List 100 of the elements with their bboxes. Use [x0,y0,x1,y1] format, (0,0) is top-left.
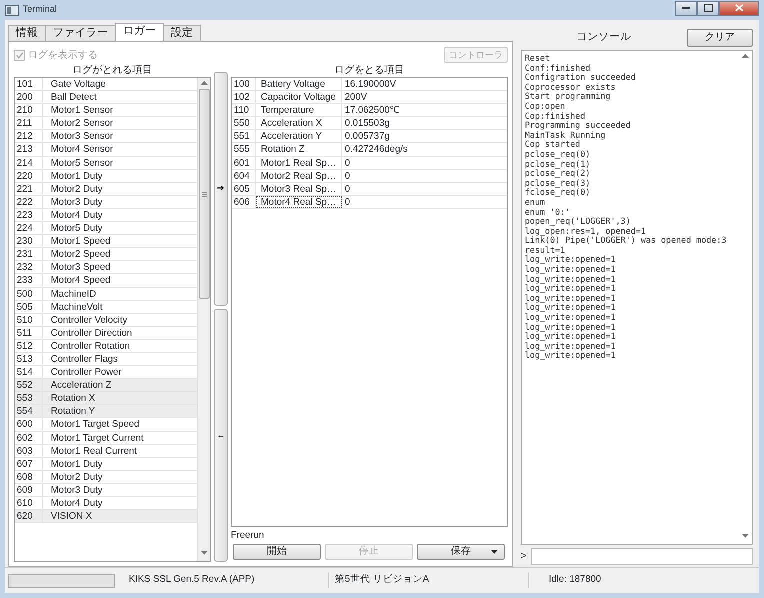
item-id: 513 [15,352,43,366]
item-name: Controller Power [50,366,122,378]
list-row[interactable]: 609 Motor3 Duty [15,484,197,497]
list-row[interactable]: 210 Motor1 Sensor [15,104,197,118]
item-id: 609 [15,484,43,496]
table-heading: ログをとる項目 [334,64,406,77]
list-heading: ログがとれる項目 [72,64,154,77]
checkbox-label: ログを表示する [28,48,98,62]
list-row[interactable]: 233 Motor4 Speed [15,274,197,288]
list-row[interactable]: 513 Controller Flags [15,352,197,366]
table-cell: Capacitor Voltage [256,91,342,104]
item-id: 232 [15,261,43,274]
item-name: Motor1 Target Current [50,432,144,444]
console-title: コンソール [576,30,632,46]
list-row[interactable]: 553 Rotation X [15,392,197,406]
table-cell: Battery Voltage [256,78,342,90]
list-row[interactable]: 511 Controller Direction [15,326,197,340]
list-row[interactable]: 212 Motor3 Sensor [15,130,197,144]
list-row[interactable]: 230 Motor1 Speed [15,235,197,248]
list-row[interactable]: 602 Motor1 Target Current [15,432,197,445]
item-id: 233 [15,274,43,286]
item-name: Gate Voltage [50,78,106,90]
item-name: Motor4 Duty [50,208,103,222]
list-row[interactable]: 232 Motor3 Speed [15,261,197,274]
status-text: 第5世代 リビジョンA [329,573,529,588]
list-row[interactable]: 101 Gate Voltage [15,78,197,92]
action-button[interactable]: 保存 [417,544,505,560]
item-id: 231 [15,248,43,260]
list-row[interactable]: 512 Controller Rotation [15,340,197,353]
remove-button[interactable]: ← [214,309,228,562]
minimize-icon[interactable] [675,0,697,16]
item-name: Controller Flags [50,352,118,366]
item-id: 212 [15,130,43,142]
list-row[interactable]: 200 Ball Detect [15,91,197,104]
list-row[interactable]: 505 MachineVolt [15,300,197,314]
item-name: Motor1 Duty [50,170,103,182]
list-row[interactable]: 510 Controller Velocity [15,314,197,327]
tab[interactable]: ファイラー [45,25,116,41]
item-id: 602 [15,432,43,444]
item-name: Ball Detect [50,91,97,104]
list-row[interactable]: 220 Motor1 Duty [15,170,197,183]
item-name: Motor2 Sensor [50,117,114,130]
table-cell: Motor1 Real Sp… [256,156,342,169]
list-row[interactable]: 224 Motor5 Duty [15,222,197,236]
table-cell: Temperature [256,104,342,116]
item-name: Motor2 Duty [50,182,103,195]
table-cell: Motor3 Real Sp… [256,182,342,195]
item-id: 224 [15,222,43,234]
list-row[interactable]: 620 VISION X [15,510,197,524]
tab[interactable]: 情報 [8,25,46,41]
table-cell: Motor4 Real Sp… [256,196,342,208]
list-row[interactable]: 603 Motor1 Real Current [15,444,197,458]
list-row[interactable]: 231 Motor2 Speed [15,248,197,262]
scroll-thumb[interactable] [198,89,210,299]
clear-button[interactable]: クリア [687,29,753,47]
item-id: 620 [15,510,43,522]
item-name: Motor2 Speed [50,248,111,260]
item-name: Acceleration Z [50,379,112,392]
prompt: > [521,550,527,564]
list-row[interactable]: 607 Motor1 Duty [15,458,197,471]
item-id: 223 [15,208,43,222]
table-cell: 606 [232,196,256,208]
item-id: 510 [15,314,43,326]
table-cell: 604 [232,170,256,182]
add-button[interactable]: ➔ [214,72,228,306]
list-row[interactable]: 213 Motor4 Sensor [15,143,197,157]
list-row[interactable]: 608 Motor2 Duty [15,470,197,484]
close-icon[interactable] [719,0,759,16]
list-row[interactable]: 222 Motor3 Duty [15,196,197,209]
list-row[interactable]: 500 MachineID [15,288,197,301]
list-row[interactable]: 554 Rotation Y [15,405,197,418]
maximize-icon[interactable] [697,0,719,16]
item-id: 221 [15,182,43,195]
list-row[interactable]: 221 Motor2 Duty [15,182,197,196]
list-row[interactable]: 223 Motor4 Duty [15,208,197,222]
list-row[interactable]: 211 Motor2 Sensor [15,117,197,130]
list-row[interactable]: 214 Motor5 Sensor [15,156,197,170]
item-id: 514 [15,366,43,378]
action-button[interactable]: 開始 [233,544,321,560]
list-row[interactable]: 552 Acceleration Z [15,379,197,392]
table-cell-text: 0.015503g [344,117,390,130]
item-id: 101 [15,78,43,90]
item-id: 214 [15,156,43,169]
item-name: MachineVolt [50,300,103,313]
table-cell: 100 [232,78,256,90]
console-log: Reset Conf:finished Configration succeeded Coprocessor exists Start programming Cop:open Cop:finished Programming succeeded MainTask Running Cop started pclose_req(0) pclose_req(1) pclose_req(2) pclose_req(3) fclose_req(0) enum enum '0:' popen_req('LOGGER',3) log_open:res=1, opened=1 Link(0) Pipe('LOGGER') was opened mode:3 result=1 log_write:opened=1 log_write:opened=1 log_write:opened=1 log_write:opened=1 log_write:opened=1 log_write:opened=1 log_write:opened=1 log_write:opened=1 log_write:opened=1 log_write:opened=1 log_write:opened=1 [524,52,728,362]
item-name: Motor3 Sensor [50,130,114,142]
item-name: Motor1 Duty [50,458,103,470]
item-id: 200 [15,91,43,104]
item-name: Motor1 Target Speed [50,418,140,431]
item-name: Motor1 Real Current [50,444,138,457]
item-id: 220 [15,170,43,182]
tab[interactable]: 設定 [163,25,201,41]
command-field[interactable] [530,548,753,564]
list-row[interactable]: 600 Motor1 Target Speed [15,418,197,432]
item-name: VISION X [50,510,92,522]
item-id: 607 [15,458,43,470]
table-cell-text: 17.062500℃ [344,104,399,116]
tab[interactable]: ロガー [115,23,164,41]
table-cell: Rotation Z [256,143,342,156]
